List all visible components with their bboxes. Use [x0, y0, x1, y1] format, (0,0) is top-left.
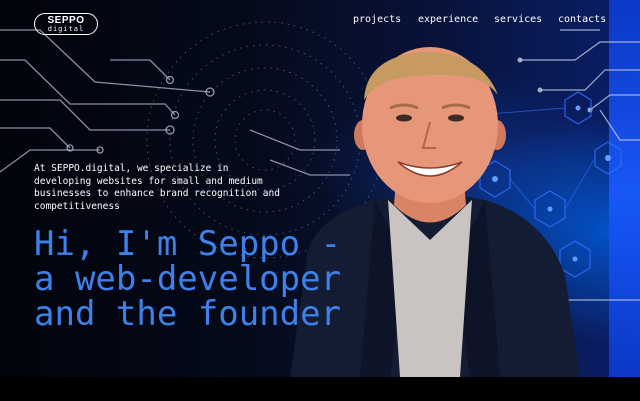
nav-link-contacts[interactable]: contacts — [558, 14, 606, 25]
top-navigation: SEPPO digital projects experience servic… — [0, 0, 640, 44]
brand-logo[interactable]: SEPPO digital — [34, 13, 98, 35]
headline-line-1: Hi, I'm Seppo - — [34, 224, 342, 264]
nav-link-services[interactable]: services — [494, 14, 542, 25]
headline-line-2: a web-developer — [34, 259, 342, 299]
nav-link-experience[interactable]: experience — [418, 14, 478, 25]
nav-link-projects[interactable]: projects — [353, 14, 401, 25]
hero-headline: Hi, I'm Seppo -a web-developer and the fo… — [34, 227, 454, 332]
brand-logo-subtitle: digital — [47, 25, 85, 33]
bottom-black-bar — [0, 377, 640, 401]
intro-text: At SEPPO.digital, we specialize in devel… — [34, 163, 280, 212]
headline-line-3: and the founder — [34, 294, 342, 334]
